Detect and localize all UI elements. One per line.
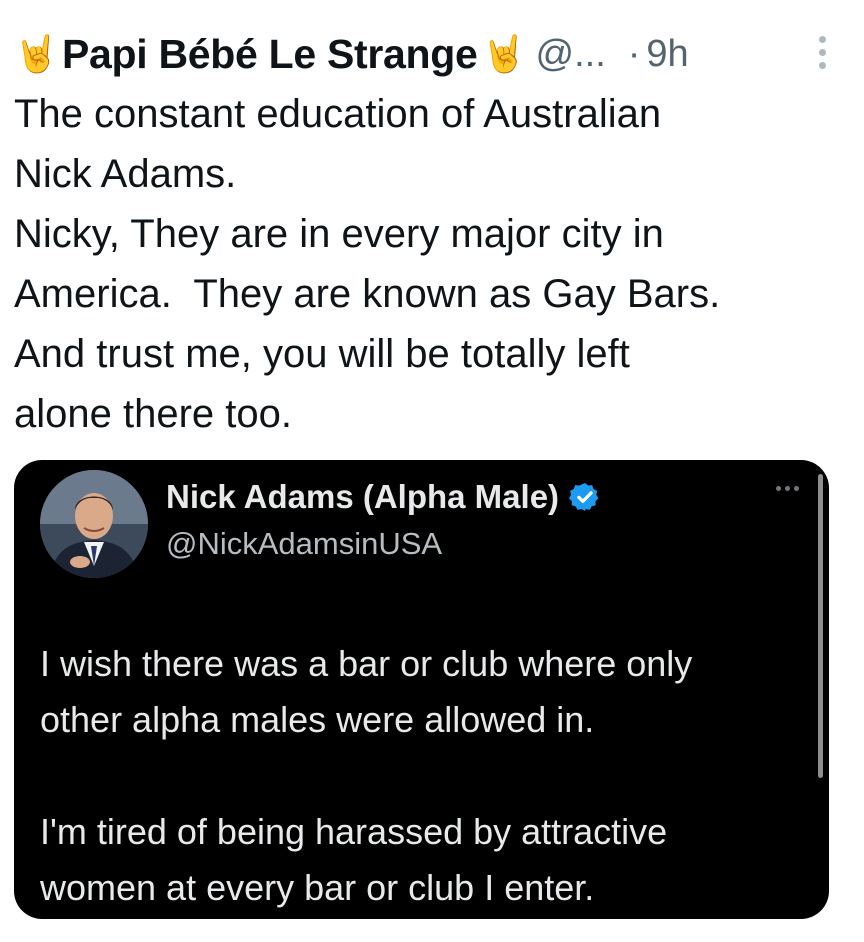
quoted-text-line: women at every bar or club I enter.: [40, 867, 595, 908]
quoted-author-row: Nick Adams (Alpha Male): [166, 478, 601, 516]
tweet-text-line: Nicky, They are in every major city in: [14, 212, 664, 256]
quoted-text-line: I'm tired of being harassed by attractiv…: [40, 811, 668, 852]
rock-on-hand-emoji-right: 🤘: [481, 33, 527, 74]
verified-badge-icon: [569, 483, 599, 511]
avatar[interactable]: [40, 470, 148, 578]
tweet-timestamp[interactable]: 9h: [646, 33, 688, 76]
quoted-author-handle[interactable]: @NickAdamsinUSA: [166, 526, 442, 562]
tweet-text-line: And trust me, you will be totally left: [14, 332, 630, 376]
quoted-tweet-card[interactable]: Nick Adams (Alpha Male) @NickAdamsinUSA …: [14, 460, 829, 919]
author-handle[interactable]: @...: [536, 33, 606, 76]
tweet-text-line: The constant education of Australian: [14, 92, 662, 136]
tweet-text-line: America. They are known as Gay Bars.: [14, 272, 721, 316]
quoted-author-name[interactable]: Nick Adams (Alpha Male): [166, 478, 559, 516]
tweet-body: The constant education of Australian Nic…: [14, 84, 844, 444]
quoted-tweet-body: I wish there was a bar or club where onl…: [40, 636, 810, 916]
tweet-text-line: Nick Adams.: [14, 152, 237, 196]
author-display-name[interactable]: Papi Bébé Le Strange: [62, 31, 478, 78]
separator-dot: ·: [627, 32, 641, 75]
vertical-ellipsis-icon[interactable]: [812, 26, 832, 78]
avatar-portrait-image: [40, 470, 148, 578]
tweet-header: 🤘 Papi Bébé Le Strange 🤘 @... · 9h: [14, 26, 834, 82]
rock-on-hand-emoji-left: 🤘: [14, 33, 59, 74]
quoted-text-line: other alpha males were allowed in.: [40, 699, 595, 740]
more-options-icon[interactable]: [776, 486, 799, 491]
tweet-text-line: alone there too.: [14, 392, 292, 436]
scrollbar-thumb[interactable]: [818, 474, 823, 778]
quoted-text-line: I wish there was a bar or club where onl…: [40, 643, 693, 684]
